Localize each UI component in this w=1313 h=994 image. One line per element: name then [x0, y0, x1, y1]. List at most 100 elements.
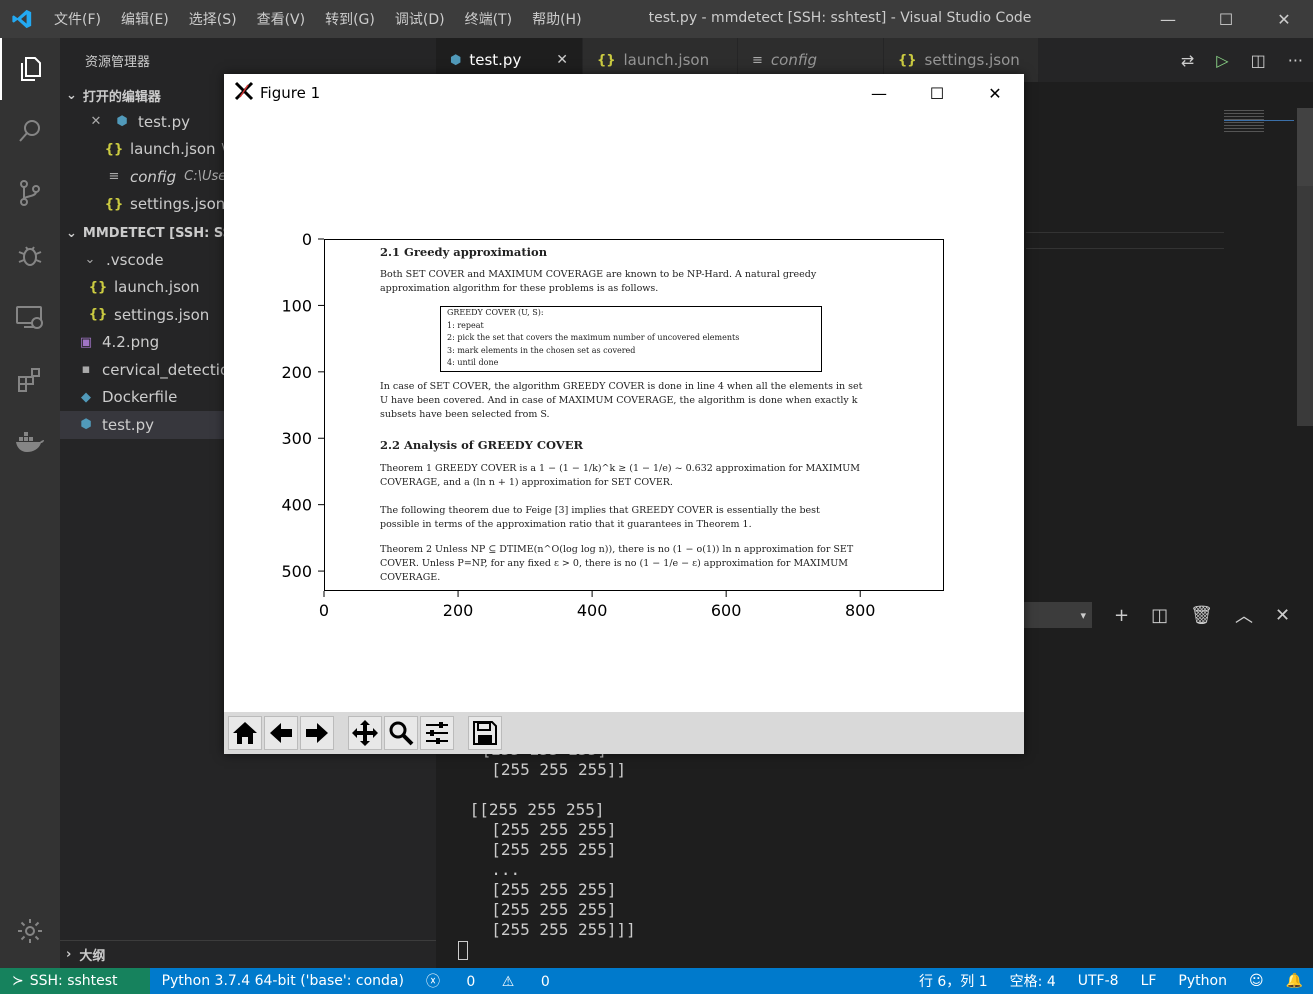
home-icon[interactable]	[228, 716, 262, 750]
close-editor-icon[interactable]: ✕	[86, 114, 106, 129]
settings-gear-icon[interactable]	[0, 900, 60, 962]
language-mode[interactable]: Python	[1178, 973, 1227, 989]
x-tick-label: 800	[845, 601, 876, 620]
zoom-icon[interactable]	[384, 716, 418, 750]
doc-text: approximation algorithm for these proble…	[380, 283, 659, 294]
doc-text: subsets have been selected from S.	[380, 409, 550, 420]
figure-close-icon[interactable]: ✕	[966, 74, 1024, 112]
extensions-icon[interactable]	[0, 348, 60, 410]
figure-title-bar[interactable]: Figure 1 — ☐ ✕	[224, 74, 1024, 112]
menu-file[interactable]: 文件(F)	[54, 9, 101, 29]
explorer-icon[interactable]	[0, 38, 60, 100]
feedback-icon[interactable]: ☺	[1249, 973, 1264, 989]
python-icon: ⬢	[450, 52, 462, 68]
configure-subplots-icon[interactable]	[420, 716, 454, 750]
vscode-logo-icon	[0, 0, 44, 38]
more-actions-icon[interactable]: ···	[1288, 51, 1303, 70]
chevron-down-icon: ▾	[1080, 608, 1086, 622]
python-icon: ⬢	[80, 417, 92, 433]
close-tab-icon[interactable]: ✕	[556, 52, 568, 68]
kill-terminal-icon[interactable]: 🗑	[1190, 605, 1213, 626]
back-arrow-icon[interactable]	[264, 716, 298, 750]
forward-arrow-icon[interactable]	[300, 716, 334, 750]
doc-text: Theorem 1 GREEDY COVER is a 1 − (1 − 1/k…	[380, 463, 861, 474]
terminal-prompt	[436, 940, 1313, 960]
y-tick-label: 100	[281, 296, 312, 315]
config-icon: ≡	[108, 169, 120, 185]
terminal-select[interactable]: ▾	[1024, 602, 1092, 628]
algo-line: GREEDY COVER (U, S):	[447, 308, 544, 317]
doc-text: COVERAGE, and a (ln n + 1) approximation…	[380, 477, 673, 488]
figure-window-controls: — ☐ ✕	[850, 74, 1024, 112]
tree-item-label: .vscode	[106, 250, 164, 269]
remote-icon: ≻	[12, 973, 24, 989]
menu-go[interactable]: 转到(G)	[325, 9, 375, 29]
save-icon[interactable]	[468, 716, 502, 750]
search-icon[interactable]	[0, 100, 60, 162]
encoding[interactable]: UTF-8	[1078, 973, 1119, 989]
indentation[interactable]: 空格: 4	[1010, 971, 1056, 991]
status-right: 行 6，列 1 空格: 4 UTF-8 LF Python ☺ 🔔	[919, 971, 1313, 991]
close-icon[interactable]: ✕	[1255, 0, 1313, 38]
doc-text: U have been covered. And in case of MAXI…	[380, 395, 858, 406]
source-control-icon[interactable]	[0, 162, 60, 224]
remote-explorer-icon[interactable]	[0, 286, 60, 348]
maximize-icon[interactable]: ☐	[1197, 0, 1255, 38]
debug-icon[interactable]	[0, 224, 60, 286]
terminal-line: [255 255 255]	[472, 820, 617, 839]
terminal-line: [[255 255 255]	[460, 800, 605, 819]
y-tick-label: 400	[281, 496, 312, 515]
docker-icon[interactable]	[0, 410, 60, 472]
json-icon: {}	[597, 52, 616, 68]
editor-scrollbar-track[interactable]	[1297, 186, 1313, 426]
menu-selection[interactable]: 选择(S)	[189, 9, 237, 29]
split-editor-icon[interactable]: ◫	[1251, 51, 1266, 70]
figure-minimize-icon[interactable]: —	[850, 74, 908, 112]
notifications-icon[interactable]: 🔔	[1286, 973, 1303, 989]
editor-scrollbar-thumb[interactable]	[1297, 108, 1313, 186]
y-tick-label: 500	[281, 562, 312, 581]
open-editor-label: settings.json	[130, 195, 226, 214]
line-ending[interactable]: LF	[1141, 973, 1157, 989]
open-editor-label: launch.json	[130, 140, 216, 159]
python-icon: ⬢	[116, 114, 128, 130]
compare-changes-icon[interactable]: ⇄	[1181, 51, 1194, 70]
x-tick-label: 400	[577, 601, 608, 620]
outline-label: 大纲	[79, 949, 106, 964]
menu-terminal[interactable]: 终端(T)	[465, 9, 512, 29]
cursor-position[interactable]: 行 6，列 1	[919, 971, 988, 991]
outline-header[interactable]: › 大纲	[60, 940, 436, 968]
split-terminal-icon[interactable]: ◫	[1151, 605, 1168, 626]
terminal-cursor	[458, 941, 468, 960]
new-terminal-icon[interactable]: +	[1114, 605, 1129, 626]
menu-bar: 文件(F) 编辑(E) 选择(S) 查看(V) 转到(G) 调试(D) 终端(T…	[44, 0, 592, 38]
close-panel-icon[interactable]: ✕	[1275, 605, 1290, 626]
minimize-icon[interactable]: —	[1139, 0, 1197, 38]
pan-icon[interactable]	[348, 716, 382, 750]
tab-label: test.py	[469, 51, 522, 69]
warning-icon: ⚠	[501, 974, 515, 990]
x-logo-icon	[234, 81, 254, 105]
json-icon: {}	[88, 279, 108, 295]
figure-maximize-icon[interactable]: ☐	[908, 74, 966, 112]
menu-debug[interactable]: 调试(D)	[395, 9, 445, 29]
remote-indicator[interactable]: ≻ SSH: sshtest	[0, 968, 150, 994]
figure-canvas[interactable]: 0 200 400 600 800 0 100 200 300 400 500 2.1 Greedy…	[224, 112, 1024, 712]
terminal-line: [255 255 255]	[472, 900, 617, 919]
document-image: 2.1 Greedy approximation Both SET COVER …	[324, 239, 944, 591]
menu-edit[interactable]: 编辑(E)	[121, 9, 169, 29]
json-icon: {}	[898, 52, 917, 68]
y-tick-label: 300	[281, 429, 312, 448]
x-tick-label: 600	[711, 601, 742, 620]
x-tick-label: 200	[443, 601, 474, 620]
python-interpreter[interactable]: Python 3.7.4 64-bit ('base': conda)	[162, 973, 404, 989]
menu-help[interactable]: 帮助(H)	[532, 9, 581, 29]
terminal[interactable]: [255 255 255] [255 255 255]] [[255 255 2…	[436, 740, 1313, 968]
problems-indicator[interactable]: ⓧ 0 ⚠ 0	[426, 971, 572, 991]
tree-item-label: cervical_detection	[102, 360, 239, 379]
menu-view[interactable]: 查看(V)	[257, 9, 306, 29]
file-icon: ▪	[81, 362, 91, 378]
maximize-panel-icon[interactable]: ︿	[1235, 602, 1253, 628]
algo-line: 4: until done	[447, 358, 499, 367]
run-icon[interactable]: ▷	[1216, 51, 1228, 70]
